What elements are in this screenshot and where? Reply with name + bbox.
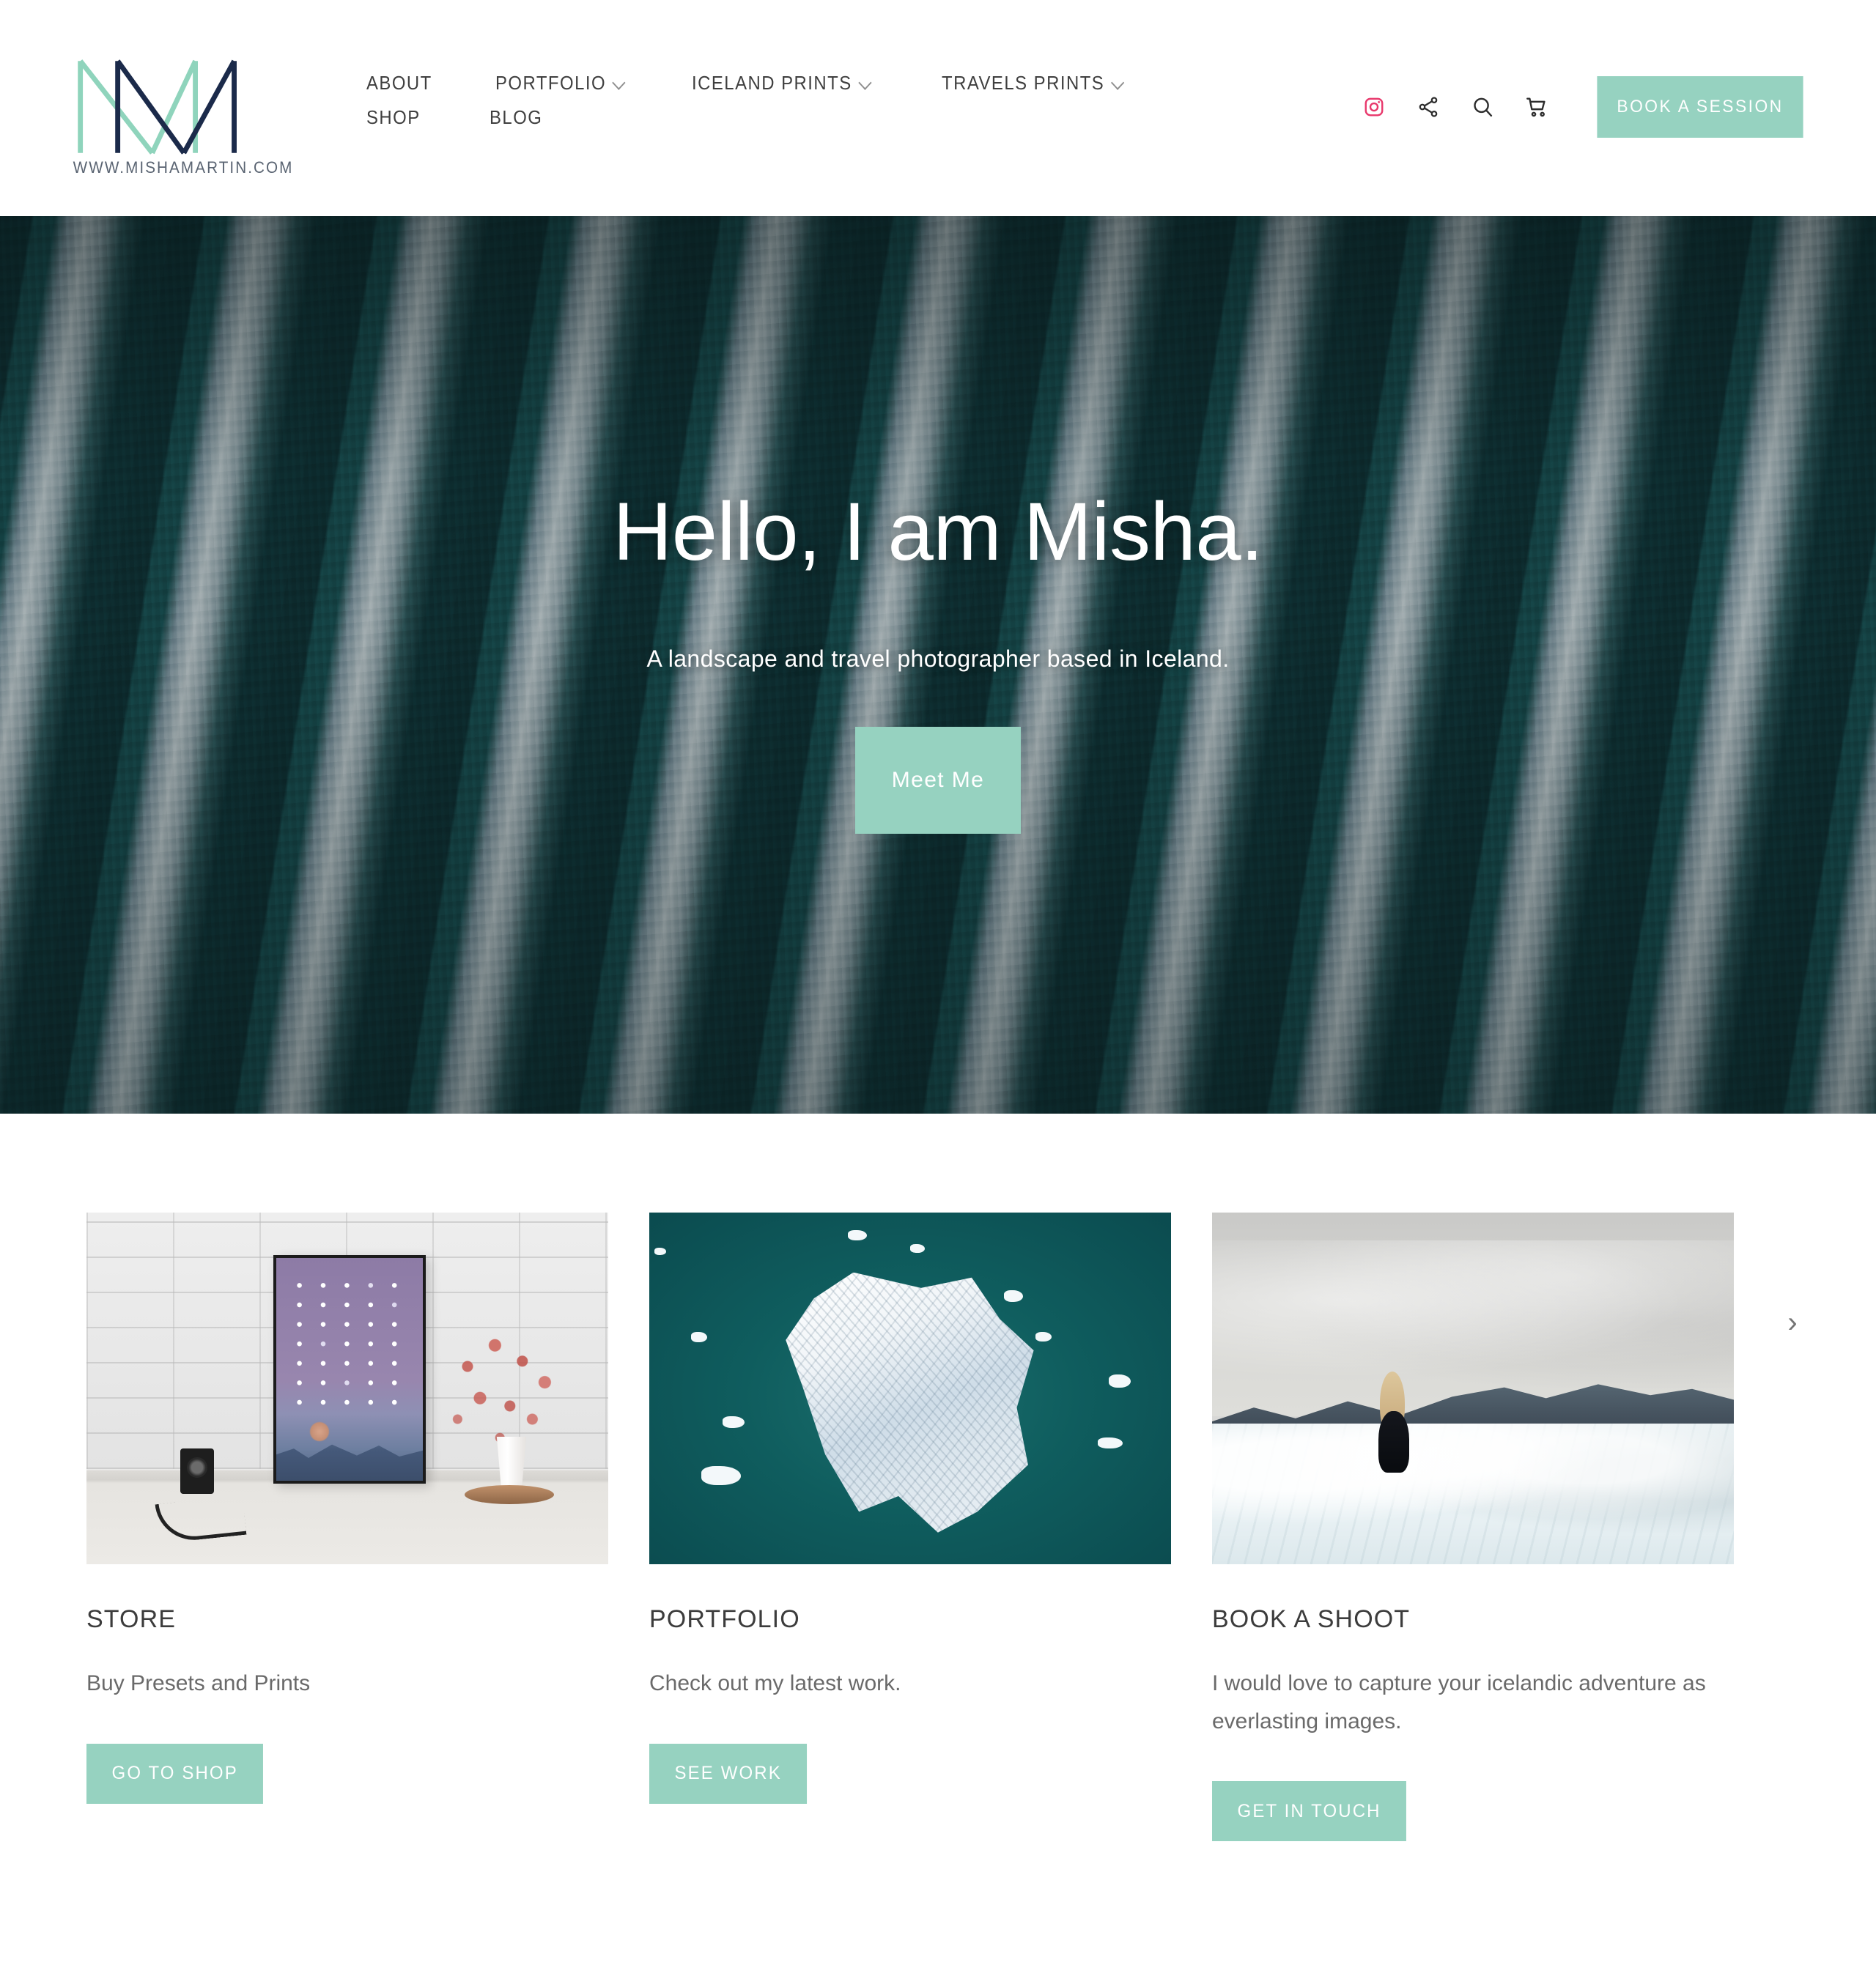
nav-item-label: TRAVELS PRINTS [942, 72, 1105, 94]
share-icon[interactable] [1401, 80, 1455, 134]
ice-floe [1035, 1332, 1052, 1342]
ice-floe [722, 1416, 745, 1429]
nav-item-about[interactable]: ABOUT [366, 72, 432, 95]
ice-floe [847, 1230, 867, 1240]
card-description: I would love to capture your icelandic a… [1212, 1671, 1706, 1733]
nav-item-travels-prints[interactable]: TRAVELS PRINTS [942, 72, 1125, 95]
chevron-down-icon [1112, 76, 1125, 91]
nav-item-blog[interactable]: BLOG [490, 106, 542, 129]
moon-icon [310, 1421, 329, 1441]
clouds [1212, 1240, 1734, 1388]
card-description: Buy Presets and Prints [86, 1671, 311, 1695]
glacier-ice-foreground [1212, 1424, 1734, 1564]
ice-floe [910, 1244, 925, 1254]
hero-title: Hello, I am Misha. [613, 486, 1263, 577]
card-title: BOOK A SHOOT [1212, 1605, 1411, 1633]
nav-row-2: SHOP BLOG [366, 106, 1063, 129]
site-header: WWW.MISHAMARTIN.COM ABOUT PORTFOLIO ICEL… [0, 0, 1876, 216]
carousel-next-arrow-icon[interactable]: › [1776, 1306, 1809, 1339]
logo-link[interactable]: WWW.MISHAMARTIN.COM [67, 53, 294, 177]
primary-navigation: ABOUT PORTFOLIO ICELAND PRINTS TRAVELS P… [366, 72, 1104, 141]
ice-floe [1108, 1374, 1131, 1388]
book-a-shoot-card-image[interactable] [1212, 1213, 1734, 1564]
camera-strap [155, 1495, 247, 1544]
feature-card-book-a-shoot: BOOK A SHOOT I would love to capture you… [1212, 1213, 1734, 1842]
ice-floe [690, 1332, 707, 1343]
chevron-down-icon [859, 76, 872, 91]
wood-slice-coaster [465, 1485, 554, 1505]
nav-item-shop[interactable]: SHOP [366, 106, 421, 129]
nav-item-label: PORTFOLIO [495, 72, 606, 94]
ice-floe [1004, 1289, 1024, 1302]
logo-url-text: WWW.MISHAMARTIN.COM [73, 158, 294, 177]
search-icon[interactable] [1455, 80, 1510, 134]
go-to-shop-button[interactable]: GO TO SHOP [86, 1743, 264, 1804]
card-description: Check out my latest work. [649, 1671, 901, 1695]
book-a-session-button[interactable]: BOOK A SESSION [1597, 76, 1803, 138]
ice-floe [654, 1248, 667, 1255]
ice-floe [1098, 1437, 1123, 1449]
feature-cards-row: STORE Buy Presets and Prints GO TO SHOP [0, 1213, 1876, 1842]
see-work-button[interactable]: SEE WORK [649, 1743, 808, 1804]
feature-card-store: STORE Buy Presets and Prints GO TO SHOP [86, 1213, 608, 1841]
nav-item-portfolio[interactable]: PORTFOLIO [495, 72, 627, 95]
feature-cards-section: STORE Buy Presets and Prints GO TO SHOP [0, 1114, 1876, 1842]
ice-floe [701, 1465, 742, 1485]
meet-me-button[interactable]: Meet Me [855, 726, 1021, 834]
iceberg-texture [786, 1272, 1034, 1533]
cart-icon[interactable] [1510, 80, 1564, 134]
hero-section: Hello, I am Misha. A landscape and trave… [0, 216, 1876, 1114]
mountain-silhouette [276, 1444, 423, 1481]
nav-row-1: ABOUT PORTFOLIO ICELAND PRINTS TRAVELS P… [366, 72, 1104, 95]
chevron-down-icon [613, 76, 626, 91]
hero-content: Hello, I am Misha. A landscape and trave… [0, 489, 1876, 834]
feature-card-portfolio: PORTFOLIO Check out my latest work. SEE … [649, 1213, 1171, 1841]
moon-phase-dots [284, 1276, 416, 1416]
nav-item-label: ICELAND PRINTS [691, 72, 852, 94]
instagram-icon[interactable] [1347, 80, 1401, 134]
logo-monogram-icon [78, 59, 237, 155]
nav-item-iceland-prints[interactable]: ICELAND PRINTS [692, 72, 872, 95]
black-dress [1378, 1411, 1409, 1473]
card-title: PORTFOLIO [649, 1605, 800, 1633]
card-title: STORE [86, 1605, 177, 1633]
woman-in-black-dress [1374, 1372, 1417, 1473]
vintage-camera-icon [180, 1448, 214, 1494]
portfolio-card-image[interactable] [649, 1213, 1171, 1564]
hero-subtitle: A landscape and travel photographer base… [646, 645, 1230, 672]
store-card-image[interactable] [86, 1213, 608, 1564]
moon-calendar-poster [273, 1254, 426, 1484]
nav-item-label: ABOUT [366, 72, 432, 94]
nav-item-label: SHOP [366, 106, 421, 128]
nav-item-label: BLOG [490, 106, 543, 128]
header-actions: BOOK A SESSION [1347, 76, 1809, 138]
get-in-touch-button[interactable]: GET IN TOUCH [1212, 1781, 1407, 1842]
iceberg-shape [786, 1272, 1034, 1533]
